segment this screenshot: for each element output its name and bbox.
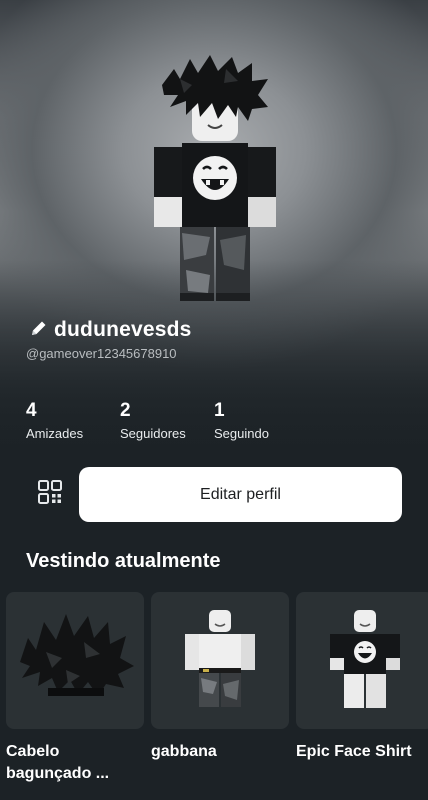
stat-followers[interactable]: 2 Seguidores: [120, 400, 214, 441]
item-card-epic-face-shirt[interactable]: Epic Face Shirt: [296, 592, 428, 763]
profile-stats: 4 Amizades 2 Seguidores 1 Seguindo: [26, 400, 308, 441]
item-card-gabbana[interactable]: gabbana: [151, 592, 289, 763]
item-name: gabbana: [151, 743, 217, 760]
item-name: Epic Face Shirt: [296, 743, 412, 760]
qr-code-icon[interactable]: [36, 478, 64, 506]
username-row[interactable]: dudunevesds: [30, 318, 192, 342]
stat-friends[interactable]: 4 Amizades: [26, 400, 120, 441]
stat-value: 4: [26, 400, 37, 421]
item-thumbnail: [6, 592, 144, 729]
stat-value: 2: [120, 400, 131, 421]
pencil-icon[interactable]: [30, 319, 48, 342]
stat-value: 1: [214, 400, 225, 421]
item-card-hair[interactable]: Cabelo bagunçado ...: [6, 592, 144, 785]
stat-following[interactable]: 1 Seguindo: [214, 400, 308, 441]
avatar[interactable]: [140, 55, 290, 315]
wearing-items-list: Cabelo bagunçado ... gabbana Epic Face S…: [6, 592, 428, 800]
display-name: dudunevesds: [54, 318, 192, 341]
user-handle: @gameover12345678910: [26, 346, 177, 361]
item-thumbnail: [151, 592, 289, 729]
item-thumbnail: [296, 592, 428, 729]
stat-label: Seguidores: [120, 426, 186, 441]
section-title-wearing: Vestindo atualmente: [26, 550, 221, 572]
stat-label: Seguindo: [214, 426, 269, 441]
edit-profile-button[interactable]: Editar perfil: [79, 467, 402, 522]
stat-label: Amizades: [26, 426, 84, 441]
item-name: Cabelo bagunçado ...: [6, 743, 110, 782]
